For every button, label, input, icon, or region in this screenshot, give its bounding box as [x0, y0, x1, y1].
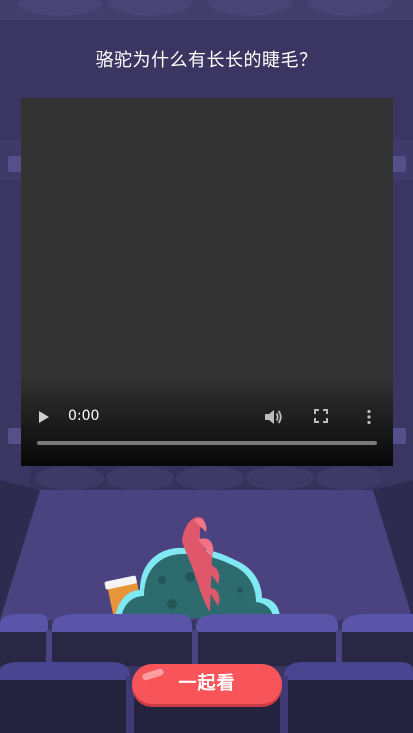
fullscreen-icon[interactable] [314, 409, 328, 423]
watch-together-label: 一起看 [178, 673, 236, 694]
cinema-scene: 骆驼为什么有长长的睫毛？ 0:00 一起看 [0, 0, 413, 733]
front-row-seats [0, 614, 413, 666]
ceiling-drapes [0, 0, 413, 20]
video-player[interactable]: 0:00 [21, 98, 393, 466]
question-title: 骆驼为什么有长长的睫毛？ [95, 50, 318, 71]
play-icon[interactable] [37, 409, 51, 425]
video-current-time: 0:00 [68, 408, 100, 424]
volume-icon[interactable] [263, 408, 283, 426]
back-row-seats [30, 466, 384, 490]
button-shine [141, 667, 165, 682]
more-options-icon[interactable] [363, 409, 375, 425]
watch-together-button[interactable]: 一起看 [132, 664, 282, 704]
video-progress-bar[interactable] [37, 441, 377, 445]
